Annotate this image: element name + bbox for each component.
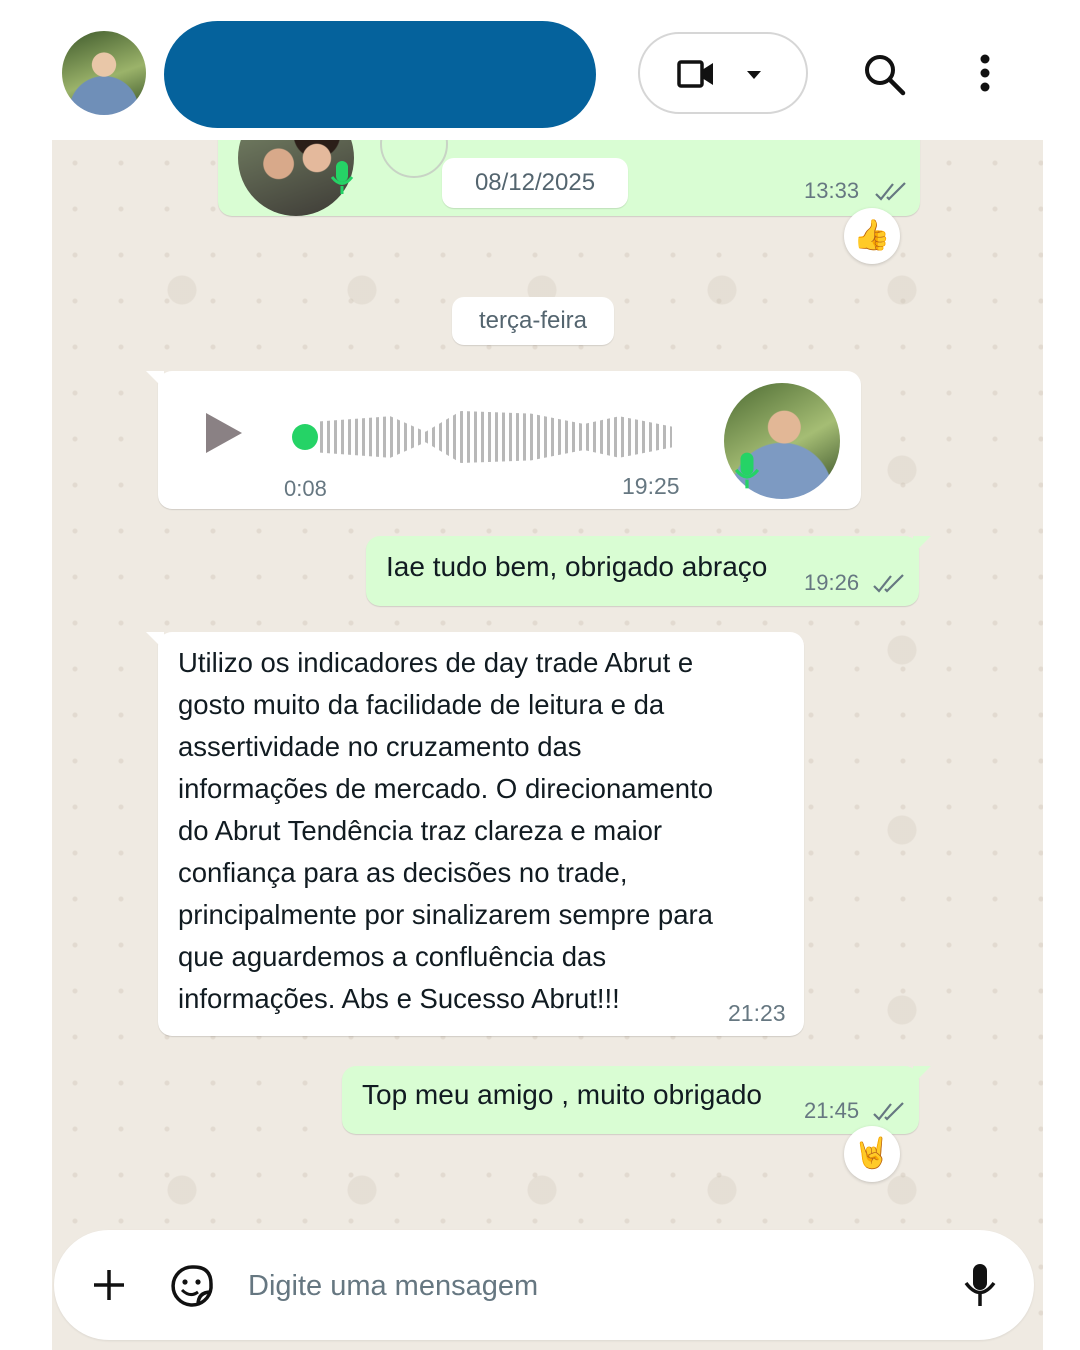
- message-line: principalmente por sinalizarem sempre pa…: [178, 899, 713, 930]
- video-call-button[interactable]: [638, 32, 808, 114]
- message-composer: [54, 1230, 1034, 1340]
- date-separator: 08/12/2025: [442, 158, 628, 208]
- bubble-tail: [913, 1066, 931, 1084]
- bubble-tail: [146, 632, 164, 650]
- sticker-icon[interactable]: [170, 1264, 214, 1308]
- message-line: que aguardemos a confluência das: [178, 941, 607, 972]
- read-ticks-icon: [873, 574, 904, 593]
- bubble-tail: [913, 536, 931, 554]
- message-time: 19:25: [622, 473, 680, 499]
- outgoing-audio-message[interactable]: 08/12/2025 13:33: [218, 140, 920, 216]
- message-line: informações de mercado. O direcionamento: [178, 773, 713, 804]
- microphone-icon: [330, 161, 354, 194]
- message-line: confiança para as decisões no trade,: [178, 857, 628, 888]
- chat-area[interactable]: 08/12/2025 13:33 👍 terça-feira 0:08 19:2…: [52, 140, 1043, 1350]
- message-time: 21:45: [804, 1098, 860, 1123]
- chat-header: [0, 0, 1080, 140]
- message-time: 19:26: [804, 570, 860, 595]
- reaction-badge[interactable]: 🤘: [844, 1126, 900, 1182]
- contact-name-redacted[interactable]: [164, 21, 596, 128]
- message-text: Utilizo os indicadores de day trade Abru…: [178, 642, 788, 1020]
- message-input[interactable]: [246, 1260, 930, 1312]
- day-separator: terça-feira: [452, 297, 614, 345]
- message-line: do Abrut Tendência traz clareza e maior: [178, 815, 663, 846]
- message-line: informações. Abs e Sucesso Abrut!!!: [178, 983, 620, 1014]
- microphone-icon[interactable]: [962, 1262, 998, 1308]
- message-line: gosto muito da facilidade de leitura e d…: [178, 689, 665, 720]
- message-time: 21:23: [728, 1000, 786, 1026]
- voice-waveform[interactable]: [320, 411, 672, 463]
- play-button-circle[interactable]: [380, 140, 448, 178]
- bubble-tail: [146, 371, 164, 389]
- search-icon[interactable]: [860, 50, 908, 98]
- read-ticks-icon: [875, 182, 906, 201]
- chevron-down-icon: [747, 71, 761, 79]
- plus-icon[interactable]: [92, 1268, 126, 1302]
- outgoing-message[interactable]: Top meu amigo , muito obrigado 21:45: [342, 1066, 931, 1134]
- voice-progress-dot[interactable]: [292, 424, 318, 450]
- message-time: 13:33: [804, 178, 860, 203]
- voice-duration: 0:08: [284, 476, 327, 501]
- outgoing-message[interactable]: Iae tudo bem, obrigado abraço 19:26: [366, 536, 931, 606]
- reaction-badge[interactable]: 👍: [844, 208, 900, 264]
- message-text: Iae tudo bem, obrigado abraço: [386, 551, 768, 582]
- incoming-voice-note[interactable]: 0:08 19:25: [146, 371, 861, 509]
- message-line: Utilizo os indicadores de day trade Abru…: [178, 647, 694, 678]
- incoming-message[interactable]: Utilizo os indicadores de day trade Abru…: [146, 632, 804, 1036]
- message-text: Top meu amigo , muito obrigado: [362, 1079, 762, 1110]
- video-camera-icon: [677, 60, 713, 88]
- read-ticks-icon: [873, 1102, 904, 1121]
- play-icon[interactable]: [204, 411, 244, 455]
- message-line: assertividade no cruzamento das: [178, 731, 582, 762]
- microphone-icon: [734, 452, 760, 489]
- contact-avatar[interactable]: [62, 31, 146, 115]
- more-vertical-icon[interactable]: [970, 50, 1000, 98]
